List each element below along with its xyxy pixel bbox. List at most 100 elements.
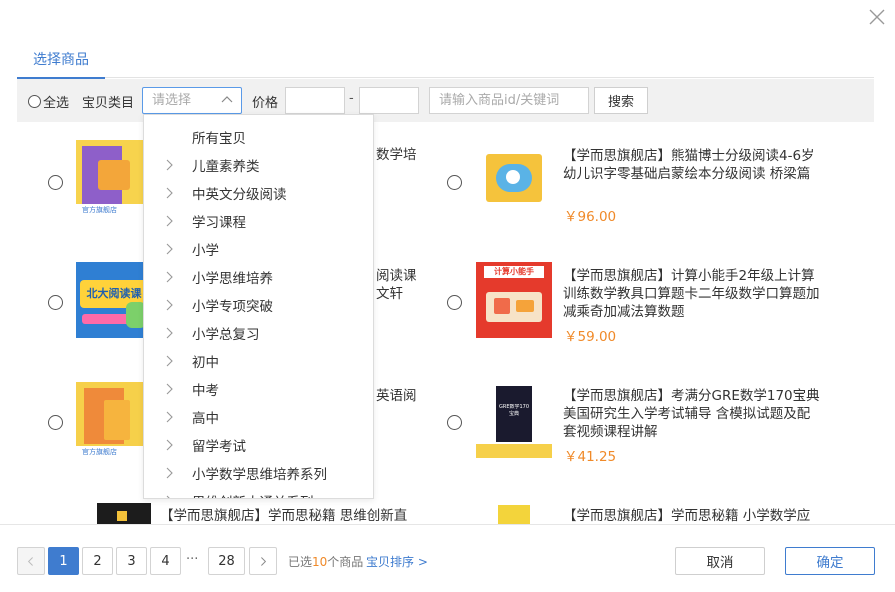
product-title: 【学而思旗舰店】计算小能手2年级上计算训练数学教具口算题卡二年级数学口算题加减乘… <box>563 268 820 320</box>
page-button[interactable]: 4 <box>150 547 181 575</box>
chevron-up-icon <box>221 96 233 103</box>
search-button[interactable]: 搜索 <box>594 87 648 114</box>
category-option-label: 思维创新大通关系列 <box>192 491 314 498</box>
keyword-search-input[interactable]: 请输入商品id/关键词 <box>429 87 589 114</box>
category-option-label: 小学思维培养 <box>192 271 273 287</box>
category-option[interactable]: 学习课程 <box>144 207 373 235</box>
product-title: 【学而思旗舰店】考满分GRE数学170宝典 美国研究生入学考试辅导 含模拟试题及… <box>563 388 820 440</box>
product-thumbnail: GRE数学170宝典 <box>476 382 552 458</box>
sort-products-link[interactable]: 宝贝排序 > <box>366 553 428 570</box>
thumb-brand: 官方旗舰店 <box>76 204 152 216</box>
product-price: ￥41.25 <box>564 449 617 465</box>
chevron-right-icon <box>166 215 173 227</box>
price-min-input[interactable] <box>285 87 345 114</box>
category-option[interactable]: 儿童素养类 <box>144 151 373 179</box>
prev-page-button[interactable] <box>17 547 45 575</box>
category-option[interactable]: 小学专项突破 <box>144 291 373 319</box>
selected-suffix: 个商品 <box>327 555 364 569</box>
product-radio[interactable] <box>447 295 462 310</box>
category-option-label: 小学 <box>192 243 219 259</box>
category-option[interactable]: 思维创新大通关系列 <box>144 487 373 498</box>
chevron-right-icon <box>166 187 173 199</box>
product-radio[interactable] <box>48 295 63 310</box>
chevron-right-icon <box>166 299 173 311</box>
select-all-radio[interactable]: 全选 <box>28 92 69 111</box>
category-select[interactable]: 请选择 <box>142 87 242 114</box>
confirm-button[interactable]: 确定 <box>785 547 875 575</box>
chevron-right-icon <box>166 159 173 171</box>
product-thumbnail: 计算小能手 <box>476 262 552 338</box>
category-option[interactable]: 所有宝贝 <box>144 123 373 151</box>
cancel-button[interactable]: 取消 <box>675 547 765 575</box>
tab-select-products[interactable]: 选择商品 <box>17 40 105 79</box>
selected-count: 10 <box>312 555 328 569</box>
price-label: 价格 <box>252 96 279 111</box>
chevron-right-icon <box>166 383 173 395</box>
chevron-right-icon <box>261 556 267 566</box>
tab-bar: 选择商品 <box>17 40 874 79</box>
product-thumbnail: 官方旗舰店 <box>76 382 152 458</box>
price-dash: - <box>349 91 354 106</box>
product-thumbnail: 北大阅读课 <box>76 262 152 338</box>
product-title: 【学而思旗舰店】熊猫博士分级阅读4-6岁幼儿识字零基础启蒙绘本分级阅读 桥梁篇 <box>563 148 815 182</box>
product-radio[interactable] <box>48 415 63 430</box>
pagination-ellipsis: ··· <box>186 552 199 567</box>
category-option-label: 留学考试 <box>192 439 246 455</box>
category-option-label: 初中 <box>192 355 219 371</box>
chevron-left-icon <box>27 556 33 566</box>
category-label: 宝贝类目 <box>82 96 135 111</box>
category-option-label: 小学专项突破 <box>192 299 273 315</box>
category-option[interactable]: 中考 <box>144 375 373 403</box>
chevron-right-icon <box>166 327 173 339</box>
category-option-label: 小学数学思维培养系列 <box>192 467 327 483</box>
selected-count-info: 已选10个商品 <box>288 553 363 570</box>
page-button[interactable]: 3 <box>116 547 147 575</box>
page-button[interactable]: 2 <box>82 547 113 575</box>
chevron-right-icon <box>166 411 173 423</box>
chevron-right-icon <box>166 243 173 255</box>
category-option[interactable]: 留学考试 <box>144 431 373 459</box>
product-radio[interactable] <box>48 175 63 190</box>
thumb-title: GRE数学170宝典 <box>498 404 530 417</box>
thumb-brand: 官方旗舰店 <box>76 446 152 458</box>
product-title: 英语阅 <box>376 388 417 404</box>
chevron-right-icon <box>166 355 173 367</box>
category-option[interactable]: 小学 <box>144 235 373 263</box>
footer-divider <box>0 524 895 525</box>
thumb-title: 计算小能手 <box>484 266 544 278</box>
category-option[interactable]: 小学数学思维培养系列 <box>144 459 373 487</box>
chevron-right-icon <box>166 495 170 498</box>
radio-icon <box>28 95 41 108</box>
select-all-label: 全选 <box>43 96 70 111</box>
category-option-label: 高中 <box>192 411 219 427</box>
category-placeholder: 请选择 <box>152 93 192 108</box>
product-radio[interactable] <box>447 175 462 190</box>
category-option[interactable]: 小学思维培养 <box>144 263 373 291</box>
category-option-label: 小学总复习 <box>192 327 260 343</box>
product-thumbnail: 官方旗舰店 <box>76 140 152 216</box>
next-page-button[interactable] <box>249 547 277 575</box>
page-button[interactable]: 1 <box>48 547 79 575</box>
category-option[interactable]: 高中 <box>144 403 373 431</box>
category-option-label: 中考 <box>192 383 219 399</box>
category-option[interactable]: 初中 <box>144 347 373 375</box>
price-max-input[interactable] <box>359 87 419 114</box>
category-option-label: 中英文分级阅读 <box>192 187 287 203</box>
product-thumbnail <box>476 503 552 524</box>
product-price: ￥96.00 <box>564 209 617 225</box>
product-title: 【学而思旗舰店】学而思秘籍 思维创新直 <box>160 508 408 524</box>
category-option[interactable]: 小学总复习 <box>144 319 373 347</box>
category-option-label: 儿童素养类 <box>192 159 260 175</box>
product-radio[interactable] <box>447 415 462 430</box>
page-button[interactable]: 28 <box>208 547 245 575</box>
product-title: 数学培 <box>376 147 417 163</box>
product-thumbnail <box>476 140 552 216</box>
category-option[interactable]: 中英文分级阅读 <box>144 179 373 207</box>
chevron-right-icon <box>166 467 173 479</box>
product-title: 阅读课 文轩 <box>376 268 417 302</box>
category-option-label: 学习课程 <box>192 215 246 231</box>
product-title: 【学而思旗舰店】学而思秘籍 小学数学应 <box>563 508 811 524</box>
category-dropdown: 所有宝贝儿童素养类中英文分级阅读 学习课程小学小学思维培养 小学专项突破 小学总复习初… <box>143 114 374 499</box>
product-price: ￥59.00 <box>564 329 617 345</box>
close-icon[interactable] <box>866 6 888 28</box>
